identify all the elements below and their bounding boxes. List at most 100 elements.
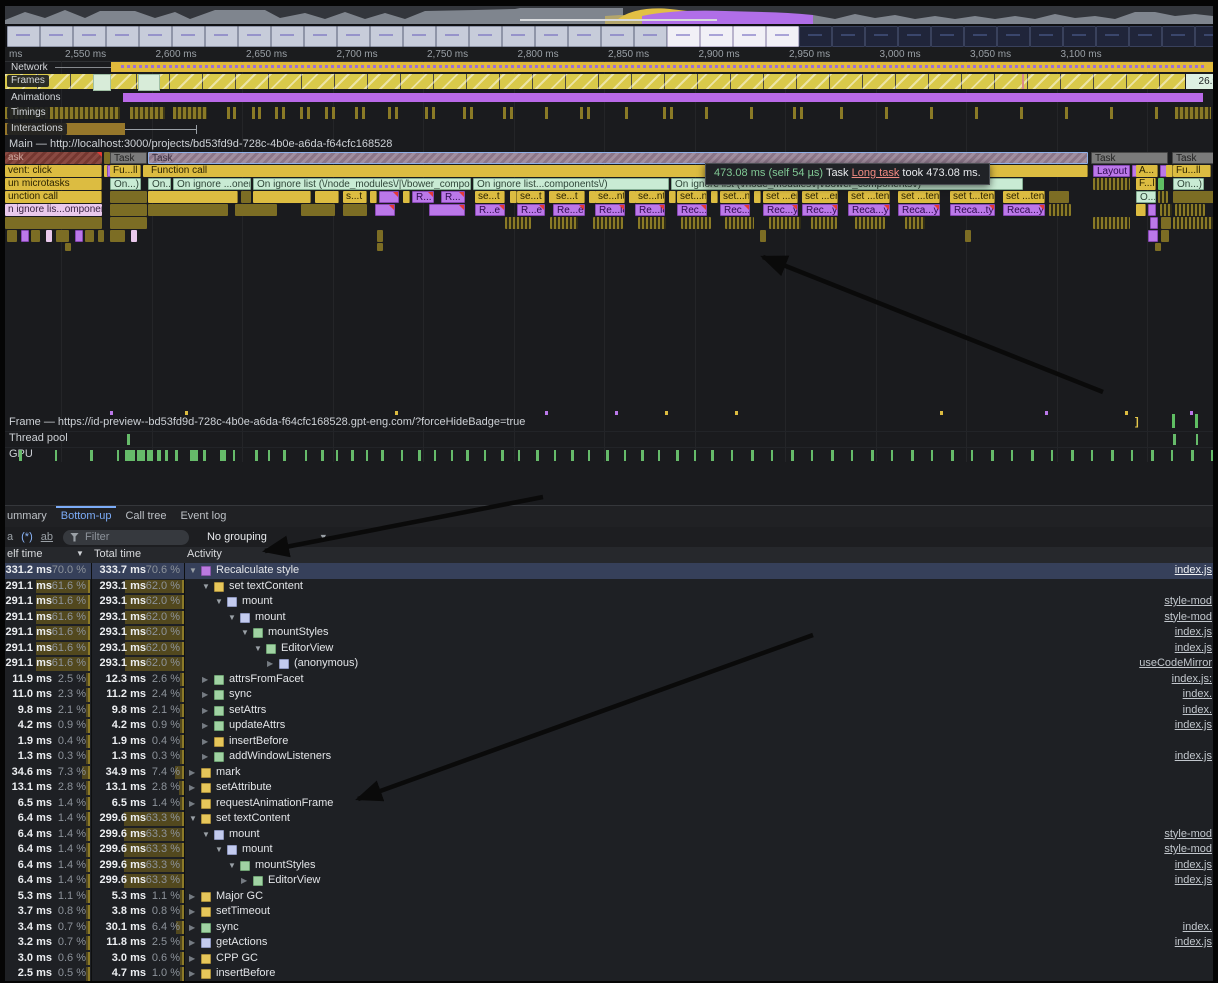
flame-segment[interactable]: Reca...yle [898,204,940,216]
match-whole-word-icon[interactable]: ab [41,531,53,543]
tab-summary[interactable]: ummary [5,506,56,527]
filmstrip-thumbnail[interactable] [1162,26,1195,47]
filmstrip-thumbnail[interactable] [502,26,535,47]
filmstrip-thumbnail[interactable] [832,26,865,47]
flame-segment[interactable] [669,191,676,203]
flame-segment[interactable]: set ...tent [1003,191,1045,203]
flame-segment[interactable] [375,204,395,216]
flame-segment[interactable] [131,230,137,242]
table-row[interactable]: 3.0 ms0.6 %3.0 ms0.6 %▶CPP GC [5,951,1213,967]
flame-segment[interactable] [1049,191,1069,203]
tab-bottom-up[interactable]: Bottom-up [52,506,121,527]
expander-icon[interactable]: ▶ [241,873,247,889]
source-link[interactable]: index.js: [1172,672,1212,688]
flame-segment[interactable]: O... [1136,191,1156,203]
flame-segment[interactable]: Reca...tyle [950,204,995,216]
table-row[interactable]: 1.3 ms0.3 %1.3 ms0.3 %▶addWindowListener… [5,749,1213,765]
filmstrip-thumbnail[interactable] [304,26,337,47]
table-row[interactable]: 3.7 ms0.8 %3.8 ms0.8 %▶setTimeout [5,904,1213,920]
flame-segment[interactable]: Reca...yle [848,204,890,216]
filmstrip-thumbnail[interactable] [601,26,634,47]
flame-segment[interactable] [1166,165,1173,177]
flame-segment[interactable] [315,191,339,203]
filmstrip-thumbnail[interactable] [139,26,172,47]
flame-segment[interactable]: R... [441,191,465,203]
source-link[interactable]: index.js [1175,873,1212,889]
expander-icon[interactable]: ▶ [189,780,195,796]
timeline-ruler[interactable]: ms2,550 ms2,600 ms2,650 ms2,700 ms2,750 … [5,47,1213,62]
filmstrip-thumbnail[interactable] [73,26,106,47]
flame-segment[interactable]: un microtasks [5,178,102,190]
source-link[interactable]: index. [1183,703,1212,719]
filmstrip-thumbnail[interactable] [535,26,568,47]
source-link[interactable]: style-mod [1164,610,1212,626]
flame-segment[interactable]: A... [1136,165,1158,177]
table-row[interactable]: 6.5 ms1.4 %6.5 ms1.4 %▶requestAnimationF… [5,796,1213,812]
flame-segment[interactable]: R... [412,191,434,203]
flame-segment[interactable] [46,230,52,242]
expander-icon[interactable]: ▶ [202,703,208,719]
flame-segment[interactable] [965,230,971,242]
expander-icon[interactable]: ▶ [189,951,195,967]
chevron-down-icon[interactable]: ▼ [319,532,328,542]
flame-segment[interactable]: Fu...ll [110,165,141,177]
flame-segment[interactable] [905,217,925,229]
match-case-icon[interactable]: a [7,531,13,543]
flame-segment[interactable] [510,191,517,203]
flame-segment[interactable]: set...nt [677,191,707,203]
table-row[interactable]: 291.1 ms61.6 %293.1 ms62.0 %▼mountstyle-… [5,610,1213,626]
table-row[interactable]: 3.2 ms0.7 %11.8 ms2.5 %▶getActionsindex.… [5,935,1213,951]
filmstrip-thumbnail[interactable] [799,26,832,47]
filmstrip-thumbnail[interactable] [931,26,964,47]
flame-segment[interactable]: se...nt [595,191,625,203]
flame-segment[interactable] [550,217,578,229]
expander-icon[interactable]: ▼ [189,563,197,579]
filmstrip-thumbnail[interactable] [1030,26,1063,47]
flame-segment[interactable] [811,217,837,229]
flame-segment[interactable] [1160,204,1172,216]
flame-segment[interactable] [377,230,383,242]
flame-segment[interactable] [429,204,465,216]
table-row[interactable]: 34.6 ms7.3 %34.9 ms7.4 %▶mark [5,765,1213,781]
flame-segment[interactable] [85,230,94,242]
filmstrip-thumbnail[interactable] [172,26,205,47]
flame-segment[interactable] [1155,243,1161,251]
expander-icon[interactable]: ▶ [202,749,208,765]
flame-segment[interactable]: On...) [110,178,141,190]
expander-icon[interactable]: ▼ [215,594,223,610]
expander-icon[interactable]: ▶ [189,920,195,936]
bottom-up-table[interactable]: 331.2 ms70.0 %333.7 ms70.6 %▼Recalculate… [5,563,1213,981]
flame-segment[interactable] [1161,230,1169,242]
interactions-track[interactable]: Interactions [5,122,1213,136]
flame-segment[interactable] [379,191,399,203]
table-row[interactable]: 291.1 ms61.6 %293.1 ms62.0 %▼set textCon… [5,579,1213,595]
expander-icon[interactable]: ▶ [189,889,195,905]
table-row[interactable]: 11.0 ms2.3 %11.2 ms2.4 %▶syncindex. [5,687,1213,703]
flame-segment[interactable]: Reca...yle [1003,204,1045,216]
flame-segment[interactable]: Re...e [553,204,585,216]
flame-segment[interactable]: Re...le [635,204,665,216]
table-row[interactable]: 4.2 ms0.9 %4.2 ms0.9 %▶updateAttrsindex.… [5,718,1213,734]
flame-segment[interactable] [110,230,125,242]
filmstrip-thumbnail[interactable] [1063,26,1096,47]
main-flame-chart[interactable]: askTaskTaskTaskTaskvent: clickFu...llFun… [5,152,1213,262]
timings-track[interactable]: Timings [5,106,1213,120]
flame-segment[interactable] [148,204,228,216]
flame-segment[interactable]: set ...ent [802,191,838,203]
flame-segment[interactable]: Task [1172,152,1213,164]
filmstrip-thumbnail[interactable] [403,26,436,47]
frame-section[interactable]: Frame — https://id-preview--bd53fd9d-728… [5,410,1213,430]
screenshot-filmstrip[interactable] [5,24,1213,47]
flame-segment[interactable] [711,191,718,203]
expander-icon[interactable]: ▼ [241,625,249,641]
frame-block[interactable] [138,74,160,91]
flame-segment[interactable] [370,191,377,203]
expander-icon[interactable]: ▶ [202,687,208,703]
filmstrip-thumbnail[interactable] [667,26,700,47]
table-row[interactable]: 291.1 ms61.6 %293.1 ms62.0 %▼mountstyle-… [5,594,1213,610]
filmstrip-thumbnail[interactable] [205,26,238,47]
flame-segment[interactable] [638,217,666,229]
flame-segment[interactable]: Rec...le [720,204,750,216]
filmstrip-thumbnail[interactable] [997,26,1030,47]
flame-segment[interactable]: On ignore list...components\/) [473,178,669,190]
